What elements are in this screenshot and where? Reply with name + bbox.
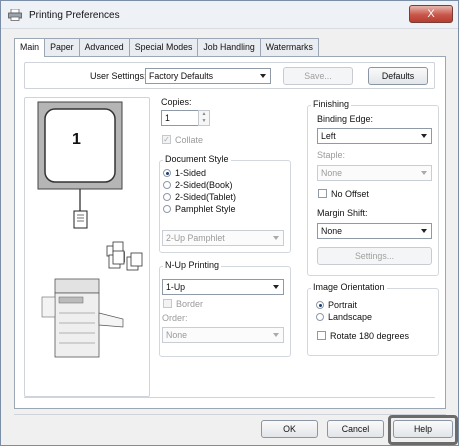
tab-strip: Main Paper Advanced Special Modes Job Ha… bbox=[14, 38, 319, 57]
border-checkbox[interactable] bbox=[163, 299, 172, 308]
staple-select[interactable]: None bbox=[317, 165, 432, 181]
border-label: Border bbox=[176, 299, 204, 309]
staple-value: None bbox=[321, 168, 343, 178]
order-value: None bbox=[166, 330, 188, 340]
ok-button[interactable]: OK bbox=[261, 420, 318, 438]
chevron-down-icon bbox=[260, 74, 266, 78]
preview-illustration bbox=[37, 101, 125, 358]
option-pamphlet-style-label: Pamphlet Style bbox=[175, 204, 236, 214]
pamphlet-select[interactable]: 2-Up Pamphlet bbox=[162, 230, 284, 246]
panel-divider bbox=[24, 397, 435, 398]
document-style-title: Document Style bbox=[163, 154, 231, 164]
finishing-settings-button[interactable]: Settings... bbox=[317, 247, 432, 265]
margin-shift-label: Margin Shift: bbox=[317, 208, 368, 218]
window-title: Printing Preferences bbox=[29, 10, 120, 21]
radio-landscape[interactable] bbox=[316, 313, 324, 321]
nup-printing-title: N-Up Printing bbox=[163, 260, 222, 270]
tab-advanced[interactable]: Advanced bbox=[78, 38, 130, 56]
radio-1-sided[interactable] bbox=[163, 169, 171, 177]
tab-job-handling[interactable]: Job Handling bbox=[197, 38, 261, 56]
rotate-180-checkbox[interactable] bbox=[317, 331, 326, 340]
user-settings-value: Factory Defaults bbox=[149, 71, 214, 81]
option-2-sided-book-label: 2-Sided(Book) bbox=[175, 180, 233, 190]
spin-down-icon: ▼ bbox=[201, 118, 207, 124]
cancel-button[interactable]: Cancel bbox=[327, 420, 384, 438]
main-tab-panel: User Settings: Factory Defaults Save... … bbox=[14, 56, 446, 409]
tab-watermarks[interactable]: Watermarks bbox=[259, 38, 319, 56]
tab-main[interactable]: Main bbox=[14, 38, 46, 57]
nup-select[interactable]: 1-Up bbox=[162, 279, 284, 295]
chevron-down-icon bbox=[421, 171, 427, 175]
user-settings-select[interactable]: Factory Defaults bbox=[145, 68, 271, 84]
chevron-down-icon bbox=[273, 236, 279, 240]
finishing-title: Finishing bbox=[311, 99, 352, 109]
user-settings-label: User Settings: bbox=[90, 71, 147, 81]
no-offset-label: No Offset bbox=[331, 189, 369, 199]
footer-divider bbox=[14, 414, 446, 415]
option-2-sided-tablet-label: 2-Sided(Tablet) bbox=[175, 192, 237, 202]
printer-icon bbox=[8, 9, 22, 21]
option-1-sided-label: 1-Sided bbox=[175, 168, 207, 178]
order-select[interactable]: None bbox=[162, 327, 284, 343]
spin-up-icon: ▲ bbox=[201, 111, 207, 117]
margin-shift-value: None bbox=[321, 226, 343, 236]
image-orientation-title: Image Orientation bbox=[311, 282, 387, 292]
binding-edge-value: Left bbox=[321, 131, 336, 141]
order-label: Order: bbox=[162, 313, 188, 323]
portrait-label: Portrait bbox=[328, 300, 358, 310]
tab-special-modes[interactable]: Special Modes bbox=[128, 38, 199, 56]
preview-page-number: 1 bbox=[72, 131, 81, 148]
title-bar: Printing Preferences X bbox=[1, 1, 458, 29]
radio-2-sided-book[interactable] bbox=[163, 181, 171, 189]
chevron-down-icon bbox=[273, 333, 279, 337]
chevron-down-icon bbox=[273, 285, 279, 289]
collate-label: Collate bbox=[175, 135, 204, 145]
save-button[interactable]: Save... bbox=[283, 67, 353, 85]
collate-checkbox[interactable]: ✓ bbox=[162, 135, 171, 144]
binding-edge-label: Binding Edge: bbox=[317, 114, 374, 124]
no-offset-checkbox[interactable] bbox=[318, 189, 327, 198]
help-button[interactable]: Help bbox=[393, 420, 453, 438]
nup-value: 1-Up bbox=[166, 282, 186, 292]
radio-pamphlet-style[interactable] bbox=[163, 205, 171, 213]
close-button[interactable]: X bbox=[409, 5, 453, 23]
copies-stepper[interactable]: ▲ ▼ bbox=[198, 110, 210, 126]
radio-2-sided-tablet[interactable] bbox=[163, 193, 171, 201]
tab-paper[interactable]: Paper bbox=[44, 38, 80, 56]
printing-preferences-window: Printing Preferences X Main Paper Advanc… bbox=[0, 0, 459, 446]
image-orientation-group bbox=[307, 288, 439, 356]
copies-label: Copies: bbox=[161, 97, 192, 107]
margin-shift-select[interactable]: None bbox=[317, 223, 432, 239]
radio-portrait[interactable] bbox=[316, 301, 324, 309]
chevron-down-icon bbox=[421, 229, 427, 233]
binding-edge-select[interactable]: Left bbox=[317, 128, 432, 144]
rotate-180-label: Rotate 180 degrees bbox=[330, 331, 410, 341]
chevron-down-icon bbox=[421, 134, 427, 138]
copies-stack-icon bbox=[108, 250, 143, 271]
copies-input[interactable]: 1 bbox=[161, 110, 199, 126]
defaults-button[interactable]: Defaults bbox=[368, 67, 428, 85]
landscape-label: Landscape bbox=[328, 312, 373, 322]
staple-label: Staple: bbox=[317, 150, 346, 160]
pamphlet-value: 2-Up Pamphlet bbox=[166, 233, 225, 243]
